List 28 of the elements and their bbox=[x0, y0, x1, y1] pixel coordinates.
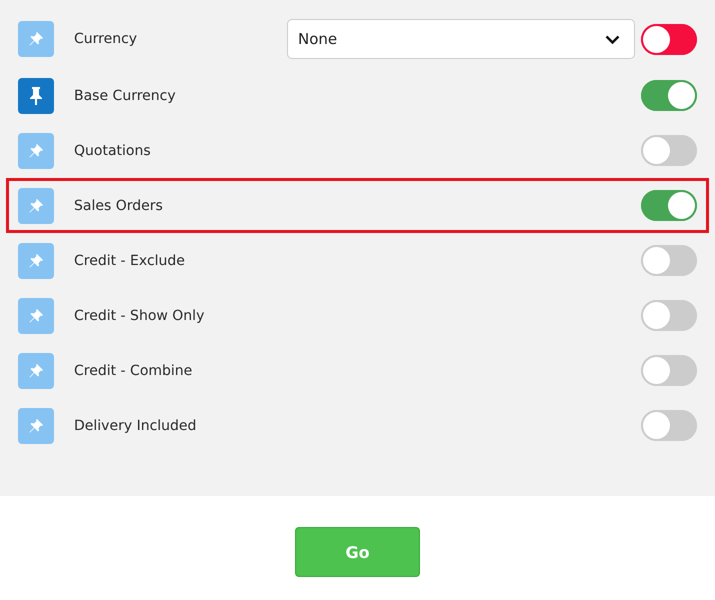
toggle-switch[interactable] bbox=[641, 410, 697, 441]
toggle-switch[interactable] bbox=[641, 245, 697, 276]
toggle-switch[interactable] bbox=[641, 190, 697, 221]
toggle-switch[interactable] bbox=[641, 300, 697, 331]
option-label: Sales Orders bbox=[74, 198, 164, 214]
toggle-switch[interactable] bbox=[641, 24, 697, 54]
option-label: Currency bbox=[74, 31, 138, 47]
pin-icon bbox=[29, 364, 43, 378]
toggle-switch[interactable] bbox=[641, 355, 697, 386]
toggle-switch[interactable] bbox=[641, 135, 697, 166]
pin-button[interactable] bbox=[18, 78, 54, 114]
currency-select[interactable]: None bbox=[287, 19, 635, 59]
option-label: Credit - Combine bbox=[74, 362, 194, 378]
pin-icon bbox=[30, 86, 42, 104]
option-label: Credit - Show Only bbox=[74, 308, 206, 324]
option-label: Base Currency bbox=[74, 88, 177, 104]
toggle-switch[interactable] bbox=[641, 80, 697, 111]
select-value: None bbox=[298, 30, 338, 48]
pin-icon bbox=[29, 198, 43, 212]
pin-icon bbox=[29, 418, 43, 432]
chevron-down-icon bbox=[605, 34, 620, 44]
pin-icon bbox=[29, 144, 43, 158]
option-label: Credit - Exclude bbox=[74, 252, 186, 268]
option-label: Quotations bbox=[74, 142, 152, 158]
option-label: Delivery Included bbox=[74, 418, 198, 434]
pin-icon bbox=[29, 254, 43, 268]
pin-icon bbox=[29, 308, 43, 322]
pin-icon bbox=[29, 32, 43, 46]
